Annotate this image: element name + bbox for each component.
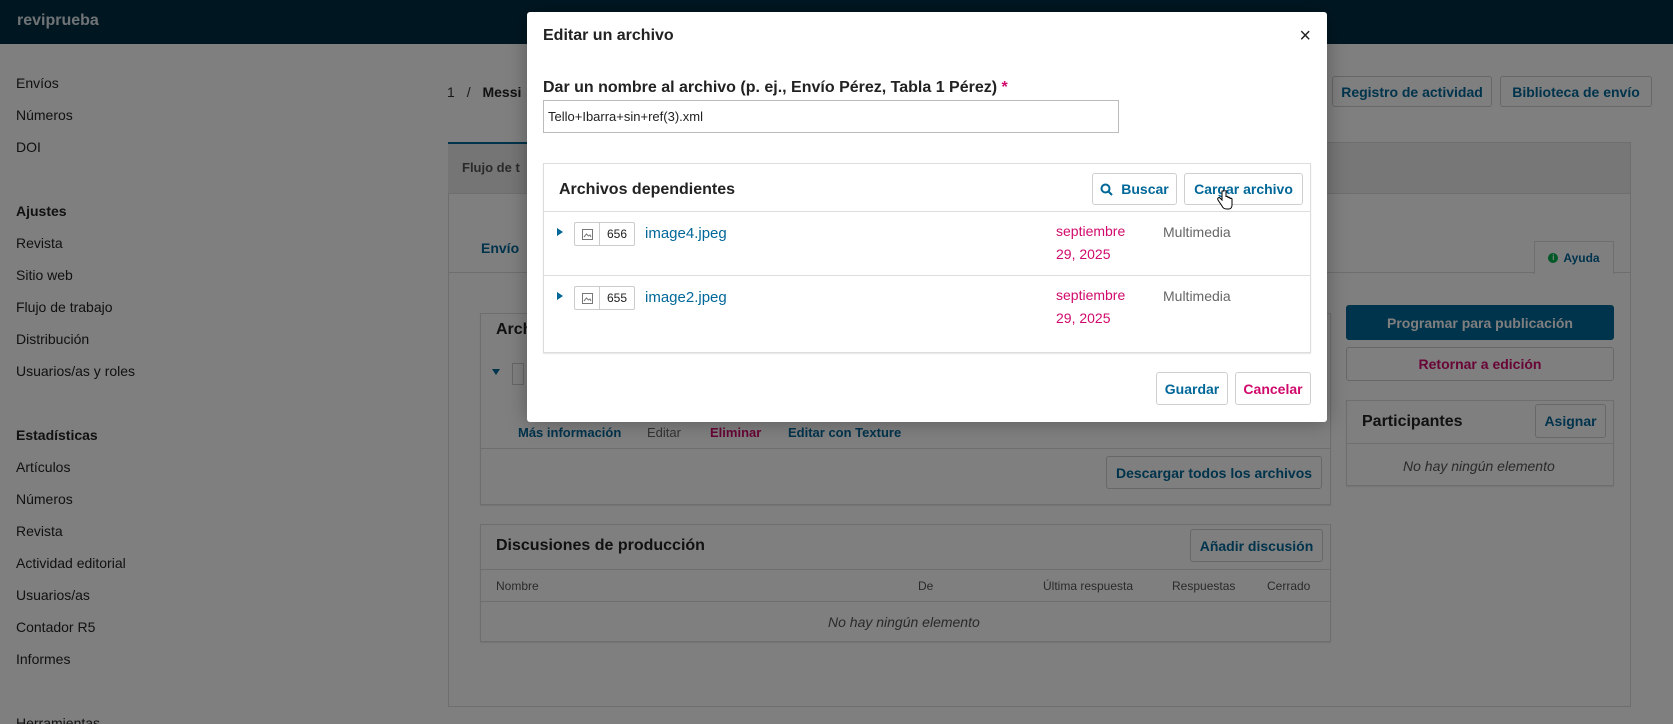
cancel-button[interactable]: Cancelar <box>1235 372 1311 405</box>
file-name-link[interactable]: image2.jpeg <box>645 289 727 306</box>
image-file-icon <box>575 287 600 309</box>
divider <box>544 211 1310 212</box>
file-type: Multimedia <box>1163 288 1231 304</box>
file-date: septiembre 29, 2025 <box>1056 220 1156 266</box>
hand-cursor-icon <box>1217 190 1233 210</box>
file-id: 655 <box>606 291 628 305</box>
dependent-files-panel: Archivos dependientes Buscar Cargar arch… <box>543 163 1311 353</box>
file-id-badge: 655 <box>574 286 635 310</box>
required-mark: * <box>1001 79 1008 96</box>
file-name-input[interactable] <box>543 100 1119 133</box>
file-name-link[interactable]: image4.jpeg <box>645 225 727 242</box>
file-date-line2: 29, 2025 <box>1056 246 1111 262</box>
save-button[interactable]: Guardar <box>1156 372 1228 405</box>
file-date-line1: septiembre <box>1056 223 1126 239</box>
expand-arrow-icon[interactable] <box>557 228 563 236</box>
image-file-icon <box>575 223 600 245</box>
search-button[interactable]: Buscar <box>1092 173 1177 205</box>
search-button-label: Buscar <box>1121 181 1169 197</box>
expand-arrow-icon[interactable] <box>557 292 563 300</box>
edit-file-modal: Editar un archivo × Dar un nombre al arc… <box>527 12 1327 422</box>
file-type: Multimedia <box>1163 224 1231 240</box>
modal-title: Editar un archivo <box>543 27 674 44</box>
file-id-badge: 656 <box>574 222 635 246</box>
search-icon <box>1100 183 1113 196</box>
close-icon[interactable]: × <box>1299 26 1311 46</box>
file-name-label-text: Dar un nombre al archivo (p. ej., Envío … <box>543 79 998 96</box>
file-date-line1: septiembre <box>1056 287 1126 303</box>
upload-file-button[interactable]: Cargar archivo <box>1184 173 1303 205</box>
dependent-files-title: Archivos dependientes <box>559 181 736 198</box>
file-name-label: Dar un nombre al archivo (p. ej., Envío … <box>543 79 1008 97</box>
file-id: 656 <box>606 227 628 241</box>
file-date-line2: 29, 2025 <box>1056 310 1111 326</box>
file-date: septiembre 29, 2025 <box>1056 284 1156 330</box>
divider <box>544 275 1310 276</box>
